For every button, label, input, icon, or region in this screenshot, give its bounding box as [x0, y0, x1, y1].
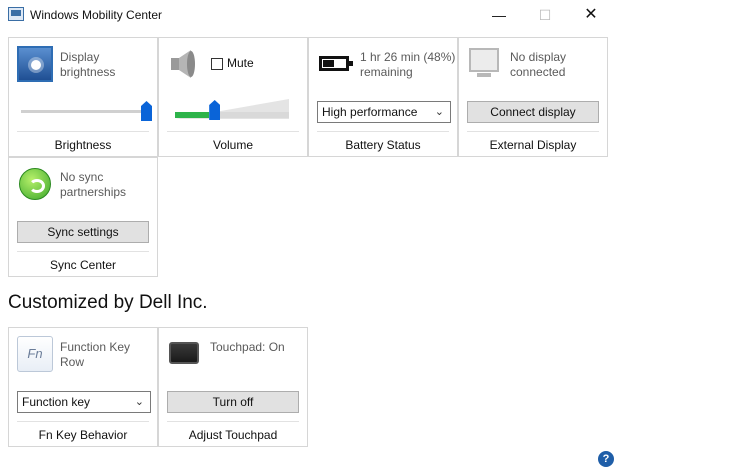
maximize-button: ☐: [538, 7, 552, 23]
fn-key-icon: Fn: [17, 336, 53, 372]
brightness-description: Display brightness: [60, 50, 116, 79]
fn-key-dropdown[interactable]: Function key ⌄: [17, 391, 151, 413]
divider: [17, 131, 149, 132]
minimize-button[interactable]: —: [476, 0, 522, 30]
battery-label: Battery Status: [345, 138, 421, 152]
fn-key-value: Function key: [22, 395, 91, 409]
fn-key-description: Function Key Row: [60, 340, 131, 369]
brightness-tile: Display brightness Brightness: [8, 37, 158, 157]
monitor-stand: [477, 73, 491, 77]
volume-slider[interactable]: [175, 100, 289, 120]
brightness-icon: [17, 46, 53, 82]
connect-display-button[interactable]: Connect display: [467, 101, 599, 123]
volume-tile: Mute Volume: [158, 37, 308, 157]
speaker-icon[interactable]: [167, 46, 203, 82]
external-display-description: No display connected: [510, 50, 567, 79]
fn-key-label: Fn Key Behavior: [38, 428, 128, 442]
section-heading: Customized by Dell Inc.: [8, 292, 208, 313]
chevron-down-icon: ⌄: [434, 106, 444, 118]
brightness-slider[interactable]: [21, 101, 152, 121]
divider: [17, 421, 149, 422]
mute-label: Mute: [227, 56, 254, 70]
mobility-center-icon: [8, 7, 24, 21]
mute-checkbox[interactable]: [211, 58, 223, 70]
sync-icon: [19, 168, 51, 200]
touchpad-label: Adjust Touchpad: [188, 428, 278, 442]
power-plan-value: High performance: [322, 105, 418, 119]
volume-slider-thumb[interactable]: [209, 100, 221, 120]
touchpad-tile: Touchpad: On Turn off Adjust Touchpad: [158, 327, 308, 447]
help-icon[interactable]: ?: [598, 451, 614, 467]
touchpad-icon: [169, 342, 199, 364]
external-display-label: External Display: [489, 138, 577, 152]
sync-center-tile: No sync partnerships Sync settings Sync …: [8, 157, 158, 277]
divider: [167, 131, 299, 132]
external-display-tile: No display connected Connect display Ext…: [458, 37, 608, 157]
divider: [467, 131, 599, 132]
divider: [17, 251, 149, 252]
brightness-slider-thumb[interactable]: [141, 101, 152, 121]
title-bar: Windows Mobility Center — ☐ ✕: [0, 0, 730, 30]
battery-description: 1 hr 26 min (48%) remaining: [360, 50, 456, 79]
chevron-down-icon: ⌄: [134, 396, 144, 408]
monitor-icon: [469, 48, 499, 72]
volume-level-fill: [175, 112, 210, 118]
window-title: Windows Mobility Center: [30, 8, 163, 22]
divider: [317, 131, 449, 132]
battery-icon: [319, 56, 353, 71]
turn-off-touchpad-button[interactable]: Turn off: [167, 391, 299, 413]
power-plan-dropdown[interactable]: High performance ⌄: [317, 101, 451, 123]
divider: [167, 421, 299, 422]
touchpad-description: Touchpad: On: [210, 340, 285, 354]
battery-tile: 1 hr 26 min (48%) remaining High perform…: [308, 37, 458, 157]
sync-settings-button[interactable]: Sync settings: [17, 221, 149, 243]
brightness-label: Brightness: [54, 138, 112, 152]
volume-label: Volume: [212, 138, 254, 152]
sync-center-label: Sync Center: [49, 258, 117, 272]
fn-key-tile: Fn Function Key Row Function key ⌄ Fn Ke…: [8, 327, 158, 447]
close-button[interactable]: ✕: [568, 0, 614, 30]
sync-description: No sync partnerships: [60, 170, 127, 199]
